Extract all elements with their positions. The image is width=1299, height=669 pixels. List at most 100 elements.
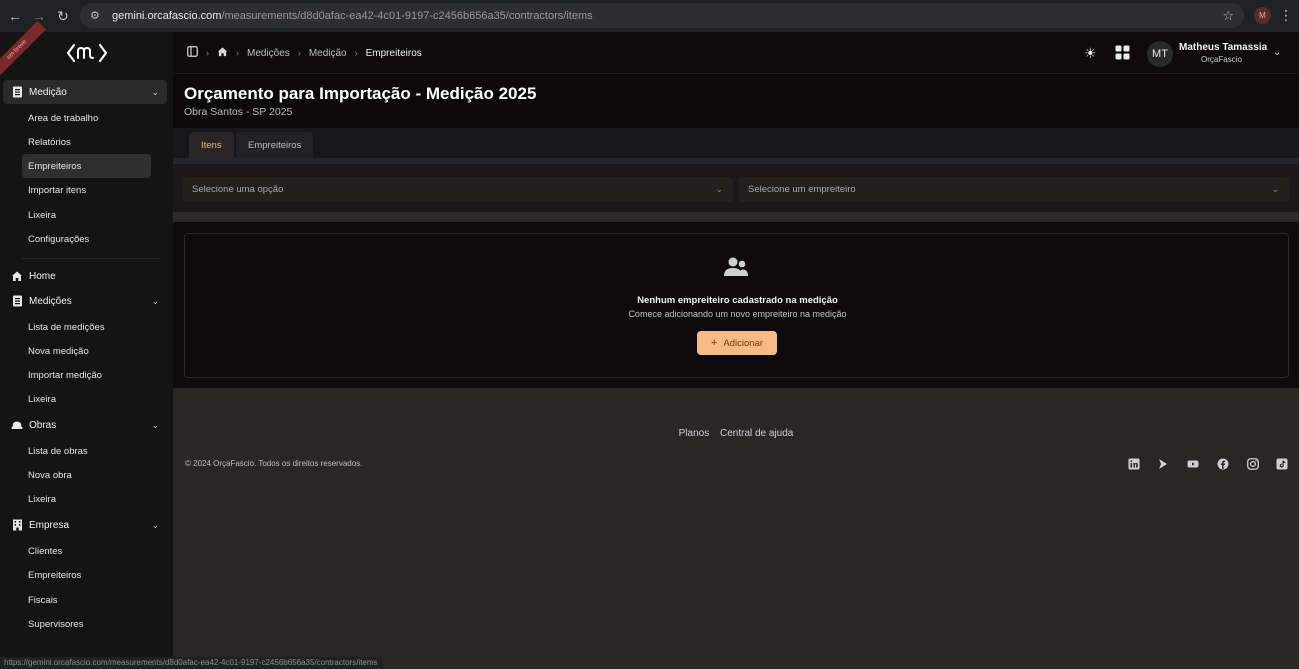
sidebar-item-lixeira-medicoes[interactable]: Lixeira: [22, 387, 151, 411]
sidebar-item-label: Lixeira: [28, 393, 56, 405]
tabs: Itens Empreiteiros: [173, 128, 1299, 158]
sidebar-item-nova-medicao[interactable]: Nova medição: [22, 339, 151, 363]
sidebar-item-supervisores[interactable]: Supervisores: [22, 612, 151, 636]
sidebar: em breve Medição ⌄ Area de trabalho Rela…: [0, 21, 173, 669]
option-select-placeholder: Selecione uma opção: [192, 184, 284, 195]
sidebar-item-lista-de-medicoes[interactable]: Lista de medições: [22, 315, 151, 339]
sidebar-section-empresa[interactable]: Empresa ⌄: [3, 513, 167, 537]
breadcrumb-item-medicoes[interactable]: Medições: [247, 48, 290, 59]
content-area: Nenhum empreiteiro cadastrado na medição…: [173, 222, 1299, 388]
page-title: Orçamento para Importação - Medição 2025: [184, 84, 537, 103]
sidebar-section-label: Empresa: [29, 519, 70, 531]
breadcrumb-item-medicao[interactable]: Medição: [309, 48, 347, 59]
browser-menu-icon[interactable]: ⋮: [1279, 7, 1293, 24]
empty-state-description: Comece adicionando um novo empreiteiro n…: [628, 309, 847, 319]
sidebar-section-label: Obras: [29, 419, 57, 431]
breadcrumb-separator: ›: [236, 48, 239, 58]
sidebar-item-label: Clientes: [28, 545, 63, 557]
sidebar-item-label: Supervisores: [28, 618, 84, 630]
facebook-icon[interactable]: [1216, 457, 1229, 470]
home-icon[interactable]: [217, 46, 228, 60]
sidebar-item-configuracoes[interactable]: Configurações: [22, 227, 151, 251]
tab-itens[interactable]: Itens: [189, 132, 234, 158]
user-name[interactable]: Matheus Tamassia: [1179, 42, 1267, 53]
document-icon: [11, 86, 23, 98]
sidebar-item-lixeira-obras[interactable]: Lixeira: [22, 487, 151, 511]
profile-avatar[interactable]: M: [1254, 7, 1271, 24]
sidebar-section-home[interactable]: Home: [3, 264, 167, 288]
site-info-icon[interactable]: ⚙: [90, 9, 104, 23]
breadcrumb-separator: ›: [206, 48, 209, 58]
tab-label: Empreiteiros: [248, 139, 302, 151]
page-header: Orçamento para Importação - Medição 2025…: [173, 74, 1299, 128]
chevron-down-icon: ⌄: [151, 419, 159, 430]
chevron-down-icon: ⌄: [151, 295, 159, 306]
browser-toolbar: ← → ↻ ⚙ gemini.orcafascio.com/measuremen…: [0, 0, 1299, 32]
filters-bar: Selecione uma opção ⌄ Selecione um empre…: [173, 164, 1299, 212]
linkedin-icon[interactable]: [1127, 457, 1140, 470]
apps-grid-icon[interactable]: [1115, 45, 1130, 63]
sidebar-item-label: Lixeira: [28, 493, 56, 505]
sidebar-item-label: Importar itens: [28, 184, 87, 196]
sidebar-section-obras[interactable]: Obras ⌄: [3, 413, 167, 437]
youtube-icon[interactable]: [1186, 457, 1199, 470]
sidebar-item-nova-obra[interactable]: Nova obra: [22, 463, 151, 487]
theme-toggle-sun-icon[interactable]: ☀: [1084, 45, 1097, 62]
sidebar-item-label: Lista de medições: [28, 321, 105, 333]
add-button-label: Adicionar: [723, 337, 764, 349]
url-host: gemini.orcafascio.com: [112, 9, 222, 22]
reload-icon[interactable]: ↻: [50, 3, 76, 29]
sidebar-item-importar-itens[interactable]: Importar itens: [22, 178, 151, 202]
sidebar-item-relatorios[interactable]: Relatórios: [22, 130, 151, 154]
tiktok-icon[interactable]: [1275, 457, 1288, 470]
sidebar-item-fiscais[interactable]: Fiscais: [22, 588, 151, 612]
back-icon[interactable]: ←: [2, 3, 28, 29]
footer-link-planos[interactable]: Planos: [679, 428, 710, 439]
contractor-select[interactable]: Selecione um empreiteiro ⌄: [739, 177, 1289, 202]
sidebar-item-lista-de-obras[interactable]: Lista de obras: [22, 439, 151, 463]
sidebar-section-label: Medições: [29, 295, 72, 307]
sidebar-item-clientes[interactable]: Clientes: [22, 539, 151, 563]
empty-state-title: Nenhum empreiteiro cadastrado na medição: [637, 295, 838, 306]
copyright: © 2024 OrçaFascio. Todos os direitos res…: [185, 459, 363, 468]
sidebar-item-lixeira[interactable]: Lixeira: [22, 203, 151, 227]
breadcrumb-separator: ›: [297, 48, 301, 58]
sidebar-toggle-icon[interactable]: [187, 46, 198, 60]
plus-icon: +: [710, 337, 718, 349]
instagram-icon[interactable]: [1246, 457, 1259, 470]
user-avatar[interactable]: MT: [1147, 41, 1173, 67]
sidebar-item-label: Nova obra: [28, 469, 72, 481]
address-bar[interactable]: ⚙ gemini.orcafascio.com/measurements/d8d…: [80, 3, 1244, 28]
sidebar-item-area-de-trabalho[interactable]: Area de trabalho: [22, 106, 151, 130]
url-path: /measurements/d8d0afac-ea42-4c01-9197-c2…: [221, 9, 593, 22]
footer-link-central-de-ajuda[interactable]: Central de ajuda: [720, 428, 793, 439]
sidebar-section-medicoes[interactable]: Medições ⌄: [3, 289, 167, 313]
sidebar-item-empreiteiros-empresa[interactable]: Empreiteiros: [22, 563, 151, 587]
sidebar-item-importar-medicao[interactable]: Importar medição: [22, 363, 151, 387]
chevron-down-icon: ⌄: [1271, 184, 1279, 194]
add-contractor-button[interactable]: + Adicionar: [697, 331, 777, 355]
sidebar-item-label: Nova medição: [28, 345, 89, 357]
page-subtitle: Obra Santos - SP 2025: [184, 106, 293, 118]
chevron-down-icon: ⌄: [151, 519, 159, 530]
chevron-down-icon: ⌄: [715, 184, 723, 194]
play-icon[interactable]: [1156, 457, 1169, 470]
breadcrumb-item-current: Empreiteiros: [365, 47, 422, 59]
sidebar-item-label: Configurações: [28, 233, 90, 245]
user-organization: OrçaFascio: [1201, 55, 1242, 64]
sidebar-divider: [22, 258, 160, 259]
link-status-bar: https://gemini.orcafascio.com/measuremen…: [0, 657, 382, 669]
sidebar-item-label: Empreiteiros: [28, 160, 82, 172]
chevron-down-icon: ⌄: [151, 86, 159, 97]
option-select[interactable]: Selecione uma opção ⌄: [183, 177, 733, 202]
document-icon: [11, 295, 23, 307]
tab-empreiteiros[interactable]: Empreiteiros: [236, 132, 314, 158]
bookmark-star-icon[interactable]: ☆: [1222, 8, 1234, 24]
footer-links: Planos Central de ajuda: [173, 428, 1299, 439]
hard-hat-icon: [11, 419, 23, 431]
chevron-down-icon[interactable]: ⌄: [1273, 47, 1281, 58]
app-logo-icon[interactable]: [66, 42, 108, 64]
sidebar-item-empreiteiros[interactable]: Empreiteiros: [22, 154, 151, 178]
sidebar-section-medicao[interactable]: Medição ⌄: [3, 80, 167, 104]
breadcrumb: › › Medições › Medição › Empreiteiros: [187, 46, 422, 60]
